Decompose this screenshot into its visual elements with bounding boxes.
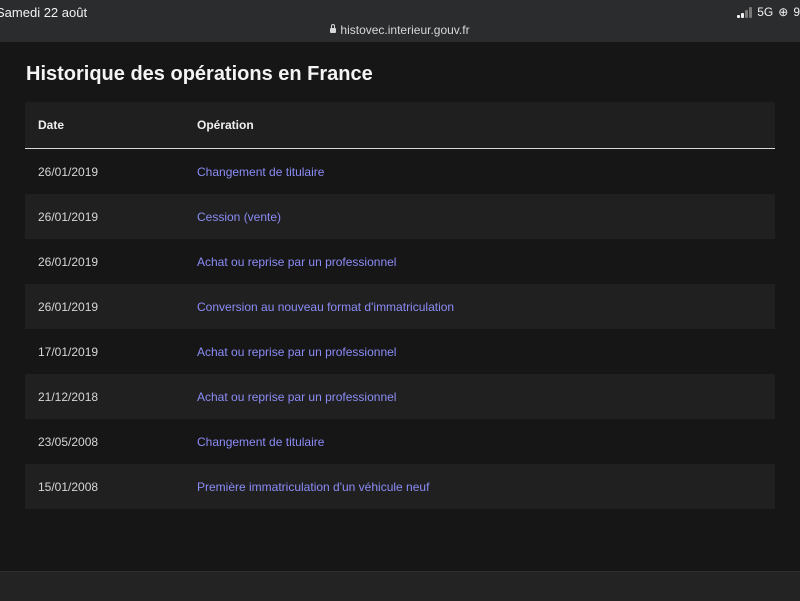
status-time: Samedi 22 août [0,5,88,20]
row-date: 26/01/2019 [38,164,99,179]
operation-link[interactable]: Achat ou reprise par un professionnel [197,390,396,404]
table-row: 26/01/2019 Cession (vente) [25,194,775,239]
row-date: 17/01/2019 [38,344,99,359]
battery-fragment: 9 [793,5,800,19]
status-bar: Samedi 22 août 5G ⊕ 9 histovec.interieur… [0,0,800,42]
header-date: Date [38,118,65,132]
row-date: 23/05/2008 [38,434,99,449]
cellular-signal-icon [737,6,753,18]
page-title: Historique des opérations en France [26,63,373,85]
network-label: 5G [757,5,774,19]
row-date: 26/01/2019 [38,209,99,224]
operations-table: Date Opération 26/01/2019 Changement de … [25,102,775,509]
operation-link[interactable]: Changement de titulaire [197,165,324,179]
table-header: Date Opération [25,102,775,149]
operation-link[interactable]: Cession (vente) [197,210,281,224]
operation-link[interactable]: Achat ou reprise par un professionnel [197,255,396,269]
table-row: 23/05/2008 Changement de titulaire [25,419,775,464]
row-date: 15/01/2008 [38,479,99,494]
lock-icon [330,24,337,33]
operation-link[interactable]: Première immatriculation d'un véhicule n… [197,480,429,494]
url-text: histovec.interieur.gouv.fr [340,23,470,37]
operation-link[interactable]: Conversion au nouveau format d'immatricu… [197,300,454,314]
table-row: 21/12/2018 Achat ou reprise par un profe… [25,374,775,419]
status-indicators: 5G ⊕ 9 [737,5,800,19]
table-row: 26/01/2019 Conversion au nouveau format … [25,284,775,329]
row-date: 26/01/2019 [38,254,99,269]
bottom-toolbar [0,571,800,601]
table-body: 26/01/2019 Changement de titulaire 26/01… [25,149,775,509]
table-row: 26/01/2019 Changement de titulaire [25,149,775,194]
table-row: 17/01/2019 Achat ou reprise par un profe… [25,329,775,374]
operation-link[interactable]: Changement de titulaire [197,435,324,449]
header-operation: Opération [197,118,254,132]
table-row: 15/01/2008 Première immatriculation d'un… [25,464,775,509]
row-date: 21/12/2018 [38,389,99,404]
table-row: 26/01/2019 Achat ou reprise par un profe… [25,239,775,284]
operation-link[interactable]: Achat ou reprise par un professionnel [197,345,396,359]
orientation-lock-icon: ⊕ [778,5,789,19]
address-bar[interactable]: histovec.interieur.gouv.fr [0,23,800,37]
row-date: 26/01/2019 [38,299,99,314]
